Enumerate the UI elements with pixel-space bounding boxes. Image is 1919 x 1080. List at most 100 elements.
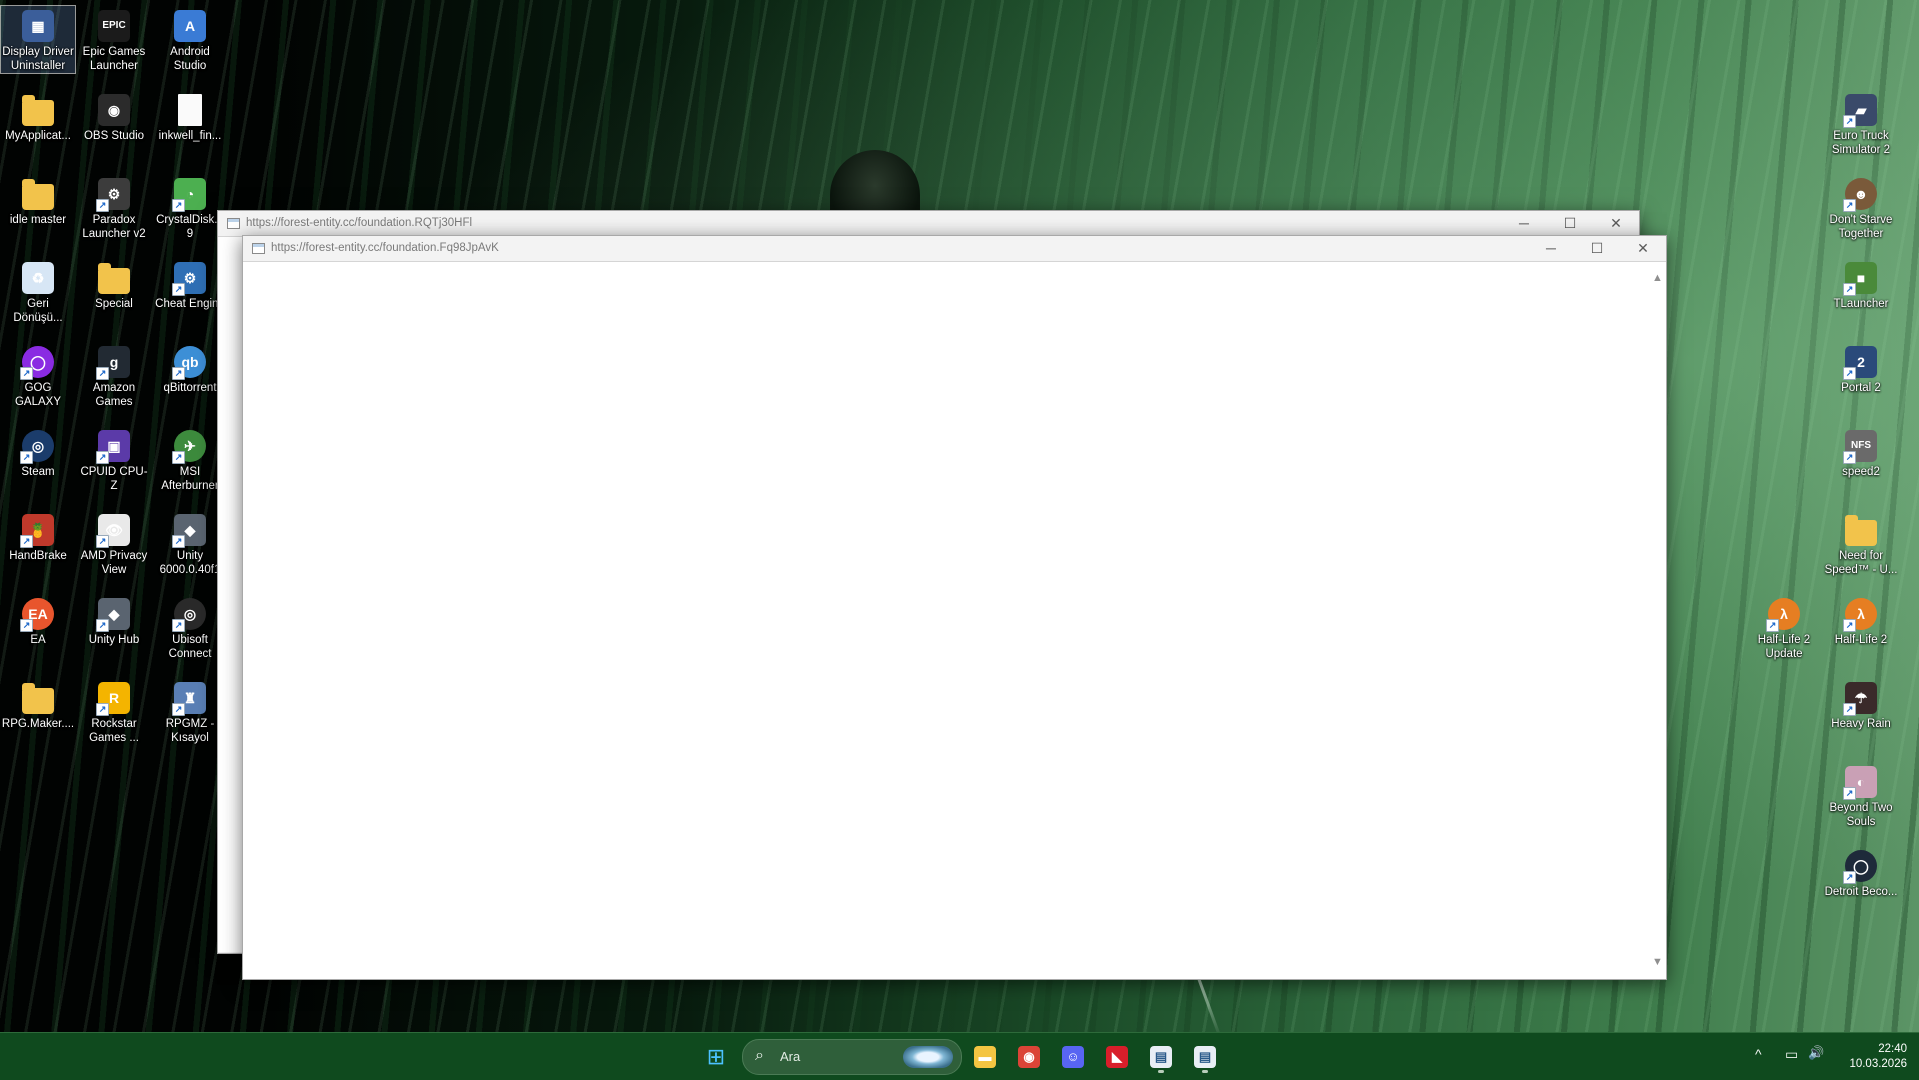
browser-window-1-button[interactable]: ▤ xyxy=(1144,1041,1178,1073)
browser-window-2-button[interactable]: ▤ xyxy=(1188,1041,1222,1073)
folder-icon xyxy=(98,263,130,294)
scroll-down-arrow-icon[interactable]: ▼ xyxy=(1649,954,1666,971)
desktop-icon[interactable]: ◯ ↗ GOG GALAXY xyxy=(1,342,75,409)
discord-button[interactable]: ☺ xyxy=(1056,1041,1090,1073)
desktop-icon-label: Ubisoft Connect xyxy=(168,634,212,660)
desktop-icon-label: HandBrake xyxy=(9,550,67,562)
desktop-icon[interactable]: Special xyxy=(77,258,151,311)
desktop-icon-label: Don't Starve Together xyxy=(1829,214,1893,240)
tlauncher-icon: ■ ↗ xyxy=(1843,262,1877,296)
shortcut-arrow-icon: ↗ xyxy=(20,535,33,548)
network-icon[interactable]: ▭ xyxy=(1785,1046,1798,1063)
desktop-icon[interactable]: ▣ ↗ CPUID CPU-Z xyxy=(77,426,151,493)
desktop-icon[interactable]: ☻ ↗ Don't Starve Together xyxy=(1824,174,1898,241)
beyond-two-souls-icon: ◐ ↗ xyxy=(1843,766,1877,800)
desktop-icon-label: GOG GALAXY xyxy=(14,382,62,408)
desktop-icon[interactable]: RPG.Maker.... xyxy=(1,678,75,731)
running-indicator xyxy=(1202,1070,1208,1073)
folder-icon xyxy=(22,179,54,210)
nfs-speed2-icon: NFS ↗ xyxy=(1843,430,1877,464)
desktop-icon[interactable]: g ↗ Amazon Games xyxy=(77,342,151,409)
clock[interactable]: 22:40 10.03.2026 xyxy=(1849,1042,1907,1072)
desktop-icon[interactable]: ◎ ↗ Ubisoft Connect xyxy=(153,594,227,661)
desktop-icon[interactable]: ◯ ↗ Detroit Beco... xyxy=(1824,846,1898,899)
close-button[interactable]: ✕ xyxy=(1620,236,1666,261)
desktop-icon-label: MyApplicat... xyxy=(5,130,71,142)
desktop-icon-label: CPUID CPU-Z xyxy=(80,466,148,492)
scroll-up-arrow-icon[interactable]: ▲ xyxy=(1649,270,1666,287)
dont-starve-icon: ☻ ↗ xyxy=(1843,178,1877,212)
desktop-icon[interactable]: ◔ ↗ CrystalDisk... 9 xyxy=(153,174,227,241)
desktop-icon[interactable]: inkwell_fin... xyxy=(153,90,227,143)
shortcut-arrow-icon: ↗ xyxy=(172,703,185,716)
volume-icon[interactable]: 🔊 xyxy=(1808,1045,1824,1061)
desktop-icon[interactable]: ■ ↗ TLauncher xyxy=(1824,258,1898,311)
tray-overflow-chevron-icon[interactable]: ^ xyxy=(1755,1046,1762,1062)
desktop-icon[interactable]: EA ↗ EA xyxy=(1,594,75,647)
title-bar[interactable]: https://forest-entity.cc/foundation.Fq98… xyxy=(243,236,1666,262)
shortcut-arrow-icon: ↗ xyxy=(96,367,109,380)
desktop-icon-label: Special xyxy=(95,298,133,310)
window-icon: ▤ xyxy=(1194,1046,1216,1068)
desktop-icon[interactable]: λ ↗ Half-Life 2 xyxy=(1824,594,1898,647)
desktop-icon[interactable]: ✈ ↗ MSI Afterburner xyxy=(153,426,227,493)
desktop-icon[interactable]: ◐ ↗ Beyond Two Souls xyxy=(1824,762,1898,829)
desktop-icon[interactable]: ♜ ↗ RPGMZ - Kısayol xyxy=(153,678,227,745)
half-life-2-icon: λ ↗ xyxy=(1843,598,1877,632)
chrome-button[interactable]: ◉ xyxy=(1012,1041,1046,1073)
paradox-launcher-icon: ⚙ ↗ xyxy=(96,178,130,212)
desktop-icon[interactable]: 2 ↗ Portal 2 xyxy=(1824,342,1898,395)
amd-privacy-view-icon: 👁 ↗ xyxy=(96,514,130,548)
desktop-icon[interactable]: ⚙ ↗ Paradox Launcher v2 xyxy=(77,174,151,241)
shortcut-arrow-icon: ↗ xyxy=(96,535,109,548)
window-client-area[interactable] xyxy=(243,262,1666,979)
desktop-icon[interactable]: ⚙ ↗ Cheat Engine xyxy=(153,258,227,311)
chrome-icon: ◉ xyxy=(1018,1046,1040,1068)
close-button[interactable]: ✕ xyxy=(1593,211,1639,236)
amd-software-button[interactable]: ◣ xyxy=(1100,1041,1134,1073)
desktop-icon[interactable]: ☂ ↗ Heavy Rain xyxy=(1824,678,1898,731)
desktop-icon[interactable]: ▦ Display Driver Uninstaller xyxy=(0,5,76,74)
desktop-icon-label: Beyond Two Souls xyxy=(1829,802,1893,828)
shortcut-arrow-icon: ↗ xyxy=(1843,199,1856,212)
desktop-icon[interactable]: R ↗ Rockstar Games ... xyxy=(77,678,151,745)
desktop-icon[interactable]: λ ↗ Half-Life 2 Update xyxy=(1747,594,1821,661)
desktop-icon-label: Cheat Engine xyxy=(155,298,225,310)
desktop-icon[interactable]: Need for Speed™ - U... xyxy=(1824,510,1898,577)
desktop-icon[interactable]: ♻ Geri Dönüşü... xyxy=(1,258,75,325)
vertical-scrollbar[interactable]: ▲ ▼ xyxy=(1649,262,1666,979)
browser-window-front[interactable]: https://forest-entity.cc/foundation.Fq98… xyxy=(242,235,1667,980)
desktop-icon[interactable]: NFS ↗ speed2 xyxy=(1824,426,1898,479)
minimize-button[interactable]: ─ xyxy=(1528,236,1574,261)
desktop-icon[interactable]: ◆ ↗ Unity Hub xyxy=(77,594,151,647)
desktop-icon-label: qBittorrent xyxy=(163,382,217,394)
window-title: https://forest-entity.cc/foundation.RQTj… xyxy=(246,217,473,229)
maximize-button[interactable]: ☐ xyxy=(1547,211,1593,236)
file-explorer-button[interactable]: ▬ xyxy=(968,1041,1002,1073)
desktop-icon-label: AMD Privacy View xyxy=(80,550,148,576)
desktop-icon[interactable]: EPIC Epic Games Launcher xyxy=(77,6,151,73)
desktop-icon[interactable]: ◉ OBS Studio xyxy=(77,90,151,143)
title-bar[interactable]: https://forest-entity.cc/foundation.RQTj… xyxy=(218,211,1639,237)
shortcut-arrow-icon: ↗ xyxy=(96,451,109,464)
desktop-icon-label: RPGMZ - Kısayol xyxy=(165,718,215,744)
shortcut-arrow-icon: ↗ xyxy=(172,451,185,464)
window-client-area[interactable] xyxy=(218,237,244,952)
desktop-icon[interactable]: idle master xyxy=(1,174,75,227)
epic-games-icon: EPIC xyxy=(98,10,130,42)
desktop-icon[interactable]: 👁 ↗ AMD Privacy View xyxy=(77,510,151,577)
desktop-icon[interactable]: 🍍 ↗ HandBrake xyxy=(1,510,75,563)
start-button[interactable]: ⊞ xyxy=(699,1041,733,1073)
search-box[interactable]: ⌕ Ara xyxy=(742,1039,962,1075)
desktop-icon[interactable]: A Android Studio xyxy=(153,6,227,73)
desktop-icon-label: OBS Studio xyxy=(83,130,145,142)
desktop-icon[interactable]: ◎ ↗ Steam xyxy=(1,426,75,479)
minimize-button[interactable]: ─ xyxy=(1501,211,1547,236)
window-icon: ▤ xyxy=(1150,1046,1172,1068)
desktop-icon[interactable]: MyApplicat... xyxy=(1,90,75,143)
desktop-icon[interactable]: ▰ ↗ Euro Truck Simulator 2 xyxy=(1824,90,1898,157)
android-studio-icon: A xyxy=(174,10,206,42)
maximize-button[interactable]: ☐ xyxy=(1574,236,1620,261)
desktop-icon[interactable]: ◆ ↗ Unity 6000.0.40f1 xyxy=(153,510,227,577)
desktop-icon[interactable]: qb ↗ qBittorrent xyxy=(153,342,227,395)
